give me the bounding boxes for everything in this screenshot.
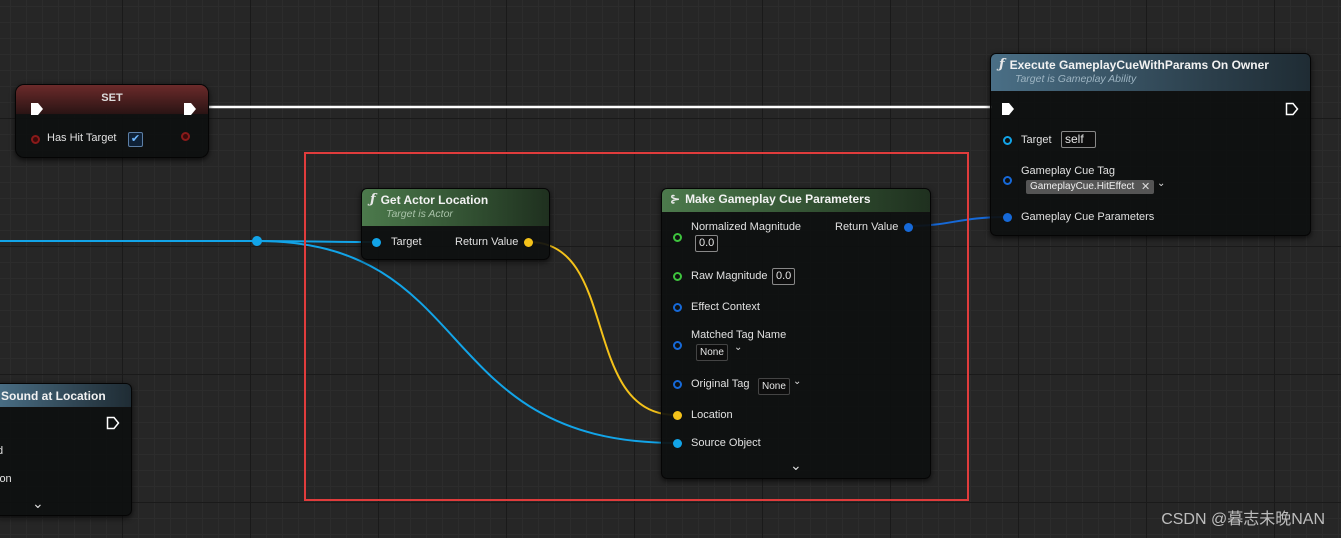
sound-node-title: Sound at Location [1, 389, 106, 403]
play-sound-at-location-node[interactable]: Sound at Location d ion ⌄ [0, 383, 132, 516]
close-icon[interactable]: ✕ [1141, 180, 1150, 193]
gameplay-cue-parameters-label: Gameplay Cue Parameters [1021, 211, 1155, 223]
gameplay-cue-tag-label: Gameplay Cue Tag [1021, 165, 1115, 177]
target-self-field[interactable]: self [1061, 131, 1096, 148]
target-label: Target [1021, 134, 1052, 146]
execute-cue-header[interactable]: ƒ Execute GameplayCueWithParams On Owner… [991, 54, 1310, 92]
has-hit-target-out-pin[interactable] [181, 132, 190, 141]
gameplay-cue-tag-pin[interactable] [1003, 176, 1012, 185]
sound-node-row1: d [0, 445, 4, 457]
execute-cue-title: Execute GameplayCueWithParams On Owner [1009, 57, 1269, 72]
reroute-knot [252, 236, 262, 246]
execute-cue-subtitle: Target is Gameplay Ability [1015, 73, 1137, 85]
has-hit-target-checkbox[interactable]: ✔ [128, 132, 143, 147]
highlight-box [304, 152, 969, 501]
set-node[interactable]: SET Has Hit Target ✔ [15, 84, 209, 158]
set-node-title: SET [101, 92, 123, 104]
set-node-header[interactable]: SET [16, 85, 208, 115]
expand-advanced-chevron-icon[interactable]: ⌄ [32, 495, 44, 512]
target-pin[interactable] [1003, 136, 1012, 145]
has-hit-target-in-pin[interactable] [31, 135, 40, 144]
chevron-down-icon[interactable]: ⌄ [1157, 178, 1165, 189]
execute-gameplay-cue-node[interactable]: ƒ Execute GameplayCueWithParams On Owner… [990, 53, 1311, 236]
watermark: CSDN @暮志未晚NAN [1161, 511, 1325, 528]
has-hit-target-label: Has Hit Target [47, 132, 117, 144]
function-icon: ƒ [999, 57, 1005, 72]
gameplay-cue-parameters-pin[interactable] [1003, 213, 1012, 222]
sound-node-row2: ion [0, 473, 12, 485]
sound-node-header[interactable]: Sound at Location [0, 384, 131, 408]
gameplay-cue-tag-chip[interactable]: GameplayCue.HitEffect [1026, 180, 1155, 194]
